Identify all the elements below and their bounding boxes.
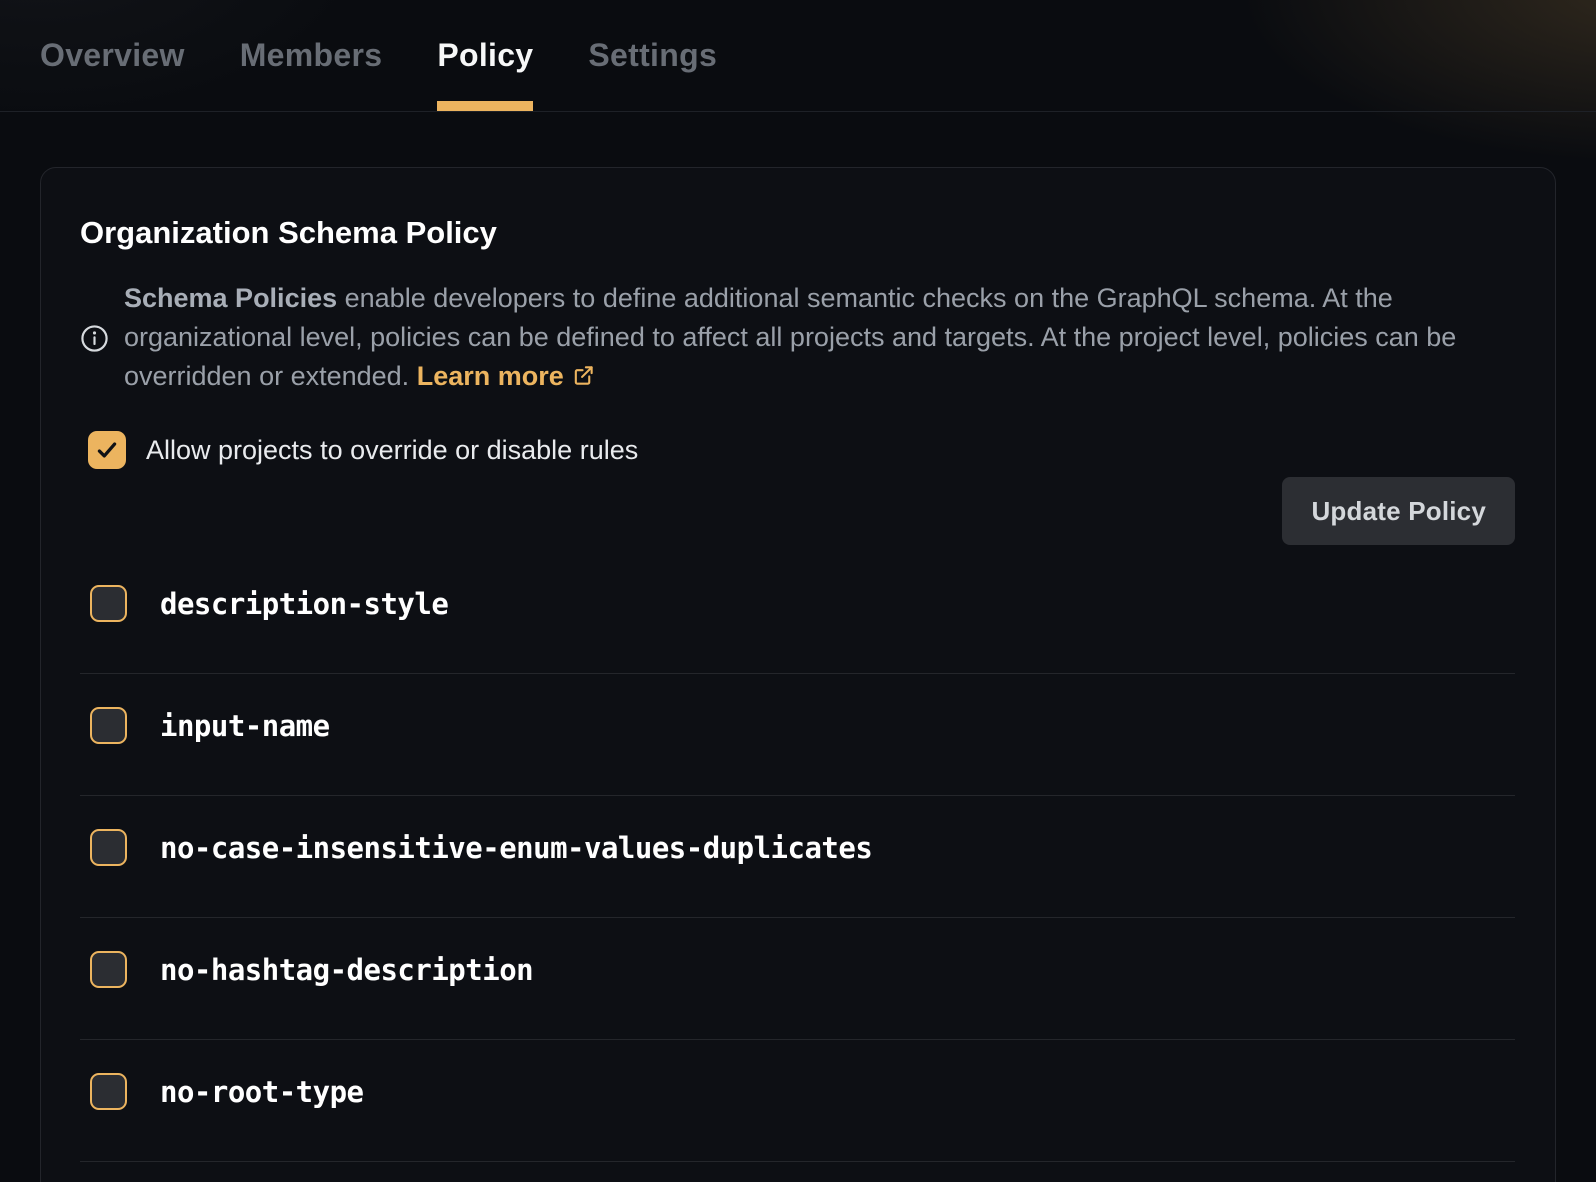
check-icon: [94, 437, 120, 463]
rule-checkbox-no-root-type[interactable]: [90, 1073, 127, 1110]
rule-row-input-name: input-name: [80, 674, 1515, 796]
rule-name: no-hashtag-description: [160, 953, 533, 987]
policy-description-text: Schema Policies enable developers to def…: [124, 279, 1496, 398]
rule-row-no-root-type: no-root-type: [80, 1040, 1515, 1162]
rule-name: input-name: [160, 709, 330, 743]
allow-override-checkbox[interactable]: [88, 431, 126, 469]
tab-members[interactable]: Members: [240, 0, 383, 111]
rule-checkbox-no-case-insensitive-enum-values-duplicates[interactable]: [90, 829, 127, 866]
external-link-icon: [572, 359, 595, 398]
tab-settings[interactable]: Settings: [588, 0, 717, 111]
allow-override-label: Allow projects to override or disable ru…: [146, 435, 638, 466]
rule-row-description-style: description-style: [80, 552, 1515, 674]
actions-row: Update Policy: [80, 477, 1515, 545]
tab-overview[interactable]: Overview: [40, 0, 185, 111]
rule-name: no-root-type: [160, 1075, 364, 1109]
rules-list: description-style input-name no-case-ins…: [80, 552, 1515, 1162]
organization-schema-policy-card: Organization Schema Policy Schema Polici…: [40, 167, 1556, 1182]
description-lead: Schema Policies: [124, 283, 337, 313]
rule-row-no-hashtag-description: no-hashtag-description: [80, 918, 1515, 1040]
rule-checkbox-no-hashtag-description[interactable]: [90, 951, 127, 988]
learn-more-link[interactable]: Learn more: [417, 361, 595, 391]
tab-policy[interactable]: Policy: [437, 0, 533, 111]
rule-checkbox-description-style[interactable]: [90, 585, 127, 622]
rule-name: no-case-insensitive-enum-values-duplicat…: [160, 831, 872, 865]
page-title: Organization Schema Policy: [80, 215, 1515, 251]
info-circle-icon: [80, 324, 109, 353]
allow-override-row: Allow projects to override or disable ru…: [80, 431, 1515, 469]
update-policy-button[interactable]: Update Policy: [1282, 477, 1515, 545]
rule-checkbox-input-name[interactable]: [90, 707, 127, 744]
rule-row-no-case-insensitive-enum-values-duplicates: no-case-insensitive-enum-values-duplicat…: [80, 796, 1515, 918]
top-navigation: Overview Members Policy Settings: [0, 0, 1596, 112]
policy-description: Schema Policies enable developers to def…: [80, 279, 1515, 398]
learn-more-label: Learn more: [417, 361, 564, 391]
rule-name: description-style: [160, 587, 448, 621]
